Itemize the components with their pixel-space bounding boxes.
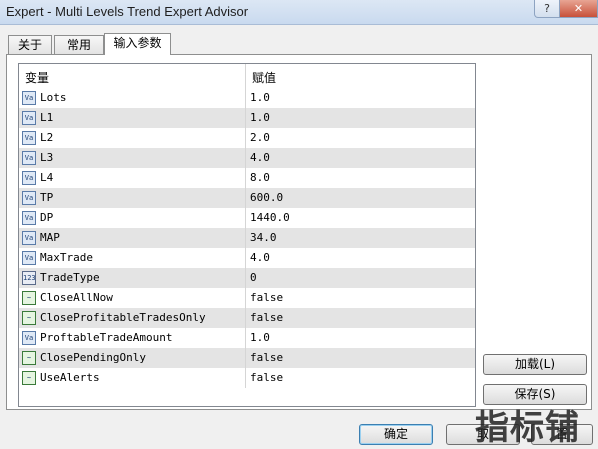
column-divider [245, 248, 246, 268]
val-icon: Va [22, 211, 36, 225]
column-divider [245, 308, 246, 328]
parameter-value[interactable]: 4.0 [250, 151, 270, 164]
load-button[interactable]: 加载(L) [483, 354, 587, 375]
ok-button[interactable]: 确定 [359, 424, 433, 445]
grid-header: 变量 赋值 [19, 64, 475, 89]
parameter-row[interactable]: Va L4 8.0 [19, 168, 475, 188]
parameter-name: CloseAllNow [40, 291, 113, 304]
column-divider [245, 168, 246, 188]
tab-common[interactable]: 常用 [54, 35, 104, 54]
parameter-name: L4 [40, 171, 54, 184]
parameter-row[interactable]: ~ UseAlerts false [19, 368, 475, 388]
parameter-name: TradeType [40, 271, 100, 284]
parameter-row[interactable]: Va L2 2.0 [19, 128, 475, 148]
parameter-value[interactable]: false [250, 291, 283, 304]
parameter-value[interactable]: 1.0 [250, 331, 270, 344]
parameter-row[interactable]: Va TP 600.0 [19, 188, 475, 208]
parameter-name: L1 [40, 111, 54, 124]
tab-inputs[interactable]: 输入参数 [104, 33, 171, 55]
parameter-name: TP [40, 191, 54, 204]
parameter-value[interactable]: 1.0 [250, 111, 270, 124]
column-divider [245, 188, 246, 208]
tab-about[interactable]: 关于 [8, 35, 52, 54]
val-icon: Va [22, 91, 36, 105]
column-divider [245, 368, 246, 388]
parameter-row[interactable]: Va DP 1440.0 [19, 208, 475, 228]
parameter-value[interactable]: false [250, 371, 283, 384]
parameter-name: ProftableTradeAmount [40, 331, 173, 344]
column-header-variable[interactable]: 变量 [25, 69, 49, 86]
parameter-name: UseAlerts [40, 371, 100, 384]
parameter-value[interactable]: 8.0 [250, 171, 270, 184]
parameter-value[interactable]: 600.0 [250, 191, 283, 204]
column-divider [245, 208, 246, 228]
column-divider [245, 228, 246, 248]
watermark-logo: 指标铺 [475, 408, 580, 448]
column-divider[interactable] [245, 64, 246, 88]
val-icon: Va [22, 231, 36, 245]
val-icon: Va [22, 131, 36, 145]
column-divider [245, 88, 246, 108]
parameter-name: MAP [40, 231, 60, 244]
parameter-row[interactable]: ~ CloseAllNow false [19, 288, 475, 308]
parameter-value[interactable]: false [250, 311, 283, 324]
title-bar: Expert - Multi Levels Trend Expert Advis… [0, 0, 598, 25]
val-icon: Va [22, 171, 36, 185]
int-icon: 123 [22, 271, 36, 285]
close-button[interactable]: ✕ [559, 0, 598, 18]
column-divider [245, 148, 246, 168]
column-divider [245, 328, 246, 348]
parameter-row[interactable]: ~ CloseProfitableTradesOnly false [19, 308, 475, 328]
parameter-name: CloseProfitableTradesOnly [40, 311, 206, 324]
parameter-row[interactable]: Va L1 1.0 [19, 108, 475, 128]
bool-icon: ~ [22, 371, 36, 385]
parameter-name: Lots [40, 91, 67, 104]
window-title: Expert - Multi Levels Trend Expert Advis… [6, 4, 249, 19]
bool-icon: ~ [22, 351, 36, 365]
grid-rows: Va Lots 1.0 Va L1 1.0 Va L2 2.0 Va L3 4.0 Va L4 8.0 Va T… [19, 88, 475, 388]
column-divider [245, 348, 246, 368]
parameter-row[interactable]: Va MaxTrade 4.0 [19, 248, 475, 268]
val-icon: Va [22, 151, 36, 165]
column-divider [245, 108, 246, 128]
parameter-row[interactable]: Va Lots 1.0 [19, 88, 475, 108]
column-divider [245, 268, 246, 288]
parameter-name: ClosePendingOnly [40, 351, 146, 364]
parameter-value[interactable]: 2.0 [250, 131, 270, 144]
bool-icon: ~ [22, 291, 36, 305]
column-divider [245, 288, 246, 308]
parameter-name: L3 [40, 151, 54, 164]
parameter-row[interactable]: Va ProftableTradeAmount 1.0 [19, 328, 475, 348]
parameters-grid: 变量 赋值 Va Lots 1.0 Va L1 1.0 Va L2 2.0 Va L3 4.0 Va L4… [18, 63, 476, 407]
val-icon: Va [22, 251, 36, 265]
val-icon: Va [22, 191, 36, 205]
parameter-name: L2 [40, 131, 54, 144]
parameter-row[interactable]: 123 TradeType 0 [19, 268, 475, 288]
parameter-row[interactable]: Va MAP 34.0 [19, 228, 475, 248]
parameter-row[interactable]: Va L3 4.0 [19, 148, 475, 168]
parameter-value[interactable]: 1440.0 [250, 211, 290, 224]
parameter-name: DP [40, 211, 54, 224]
parameter-value[interactable]: 0 [250, 271, 257, 284]
val-icon: Va [22, 111, 36, 125]
val-icon: Va [22, 331, 36, 345]
parameter-value[interactable]: 4.0 [250, 251, 270, 264]
parameter-value[interactable]: false [250, 351, 283, 364]
column-header-value[interactable]: 赋值 [252, 69, 276, 86]
bool-icon: ~ [22, 311, 36, 325]
parameter-value[interactable]: 34.0 [250, 231, 277, 244]
column-divider [245, 128, 246, 148]
parameter-row[interactable]: ~ ClosePendingOnly false [19, 348, 475, 368]
parameter-name: MaxTrade [40, 251, 93, 264]
parameter-value[interactable]: 1.0 [250, 91, 270, 104]
help-button[interactable]: ? [534, 0, 560, 18]
